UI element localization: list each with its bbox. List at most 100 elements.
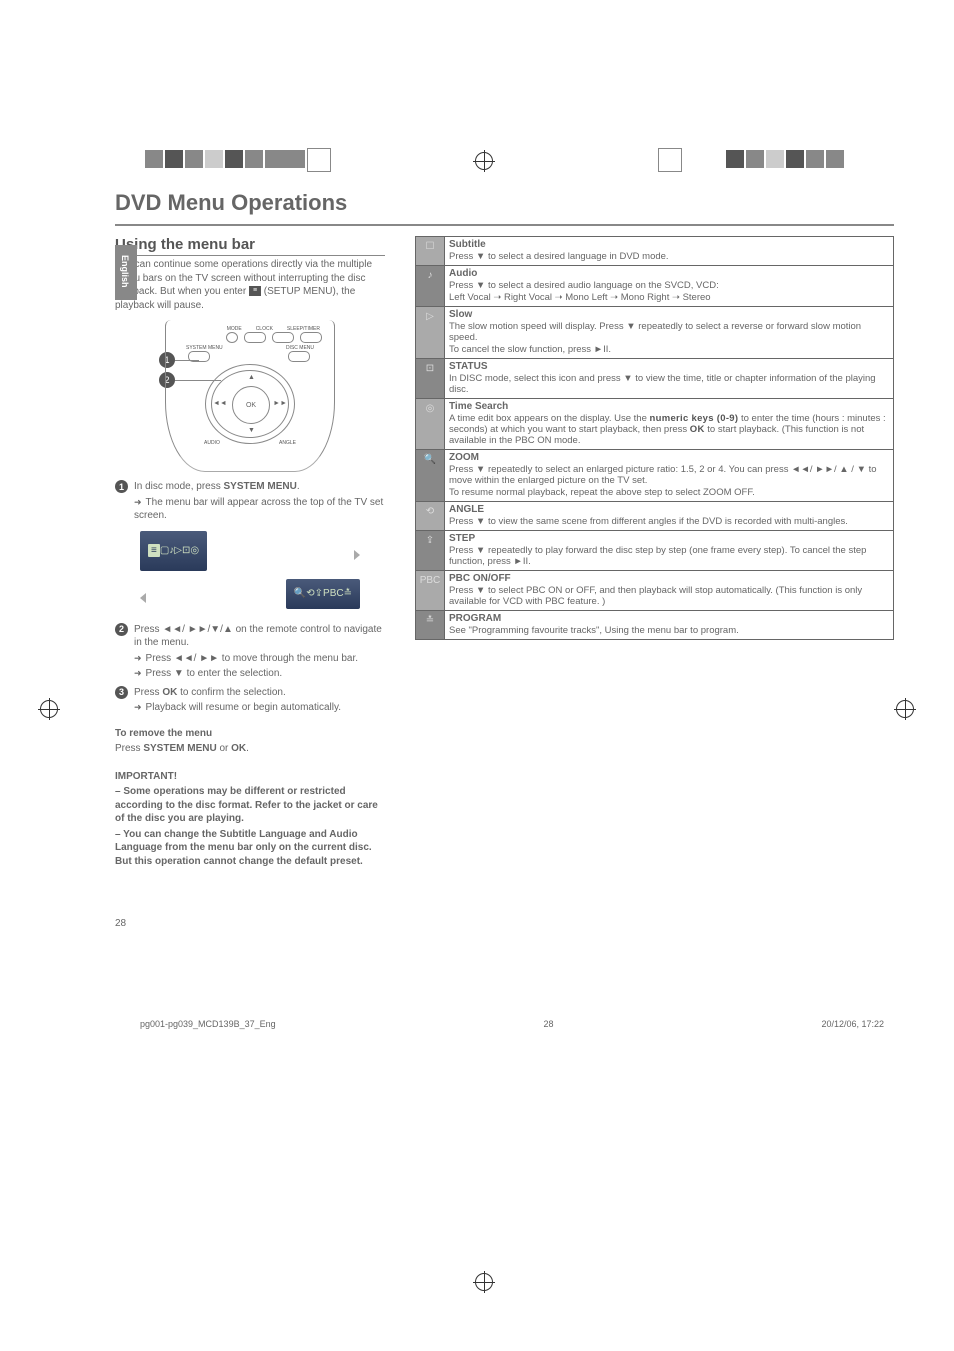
feature-body: SubtitlePress ▼ to select a desired lang… bbox=[445, 237, 894, 266]
dpad: OK ▲ ▼ ◄◄ ►► bbox=[205, 364, 295, 444]
ok-button: OK bbox=[232, 386, 270, 424]
remote-button bbox=[300, 332, 322, 343]
step-result: Press ◄◄/ ►► to move through the menu ba… bbox=[134, 652, 385, 666]
menubar-icon: ≡ bbox=[148, 544, 160, 557]
step-2: 2 Press ◄◄/ ►►/▼/▲ on the remote control… bbox=[115, 623, 385, 683]
feature-title: STATUS bbox=[449, 361, 889, 372]
feature-line: Left Vocal ➝ Right Vocal ➝ Mono Left ➝ M… bbox=[449, 292, 889, 303]
feature-icon: ⊡ bbox=[416, 359, 445, 399]
language-tab-label: English bbox=[120, 255, 130, 277]
remove-heading: To remove the menu bbox=[115, 727, 385, 741]
step-result: The menu bar will appear across the top … bbox=[134, 496, 385, 523]
remote-button bbox=[272, 332, 294, 343]
intro-paragraph: You can continue some operations directl… bbox=[115, 258, 385, 312]
feature-body: PBC ON/OFFPress ▼ to select PBC ON or OF… bbox=[445, 571, 894, 611]
feature-line: A time edit box appears on the display. … bbox=[449, 413, 889, 446]
feature-title: Subtitle bbox=[449, 239, 889, 250]
menubar-icon: ▢ bbox=[160, 545, 169, 556]
menubar-top: ≡ ▢ ♪ ▷ ⊡ ◎ bbox=[140, 531, 207, 571]
remote-button bbox=[244, 332, 266, 343]
feature-line: Press ▼ repeatedly to play forward the d… bbox=[449, 545, 889, 567]
menubar-icon: ⟲ bbox=[306, 588, 314, 599]
feature-body: PROGRAMSee "Programming favourite tracks… bbox=[445, 611, 894, 640]
feature-icon: ⇪ bbox=[416, 531, 445, 571]
important-note: – You can change the Subtitle Language a… bbox=[115, 828, 385, 869]
step-result: Press ▼ to enter the selection. bbox=[134, 667, 385, 681]
step-number: 2 bbox=[115, 623, 128, 636]
table-row: ▷SlowThe slow motion speed will display.… bbox=[416, 307, 894, 359]
footer-date: 20/12/06, 17:22 bbox=[821, 1019, 884, 1029]
feature-title: ANGLE bbox=[449, 504, 889, 515]
remote-outline: MODE CLOCK SLEEP/TIMER SYSTEM MENU DISC … bbox=[165, 320, 335, 472]
feature-body: ANGLEPress ▼ to view the same scene from… bbox=[445, 502, 894, 531]
right-arrow-icon: ►► bbox=[273, 400, 287, 407]
up-arrow-icon: ▲ bbox=[248, 374, 255, 381]
down-arrow-icon: ▼ bbox=[248, 427, 255, 434]
menubar-figure: ≡ ▢ ♪ ▷ ⊡ ◎ 🔍 ⟲ bbox=[140, 531, 360, 617]
steps-list: 1 In disc mode, press SYSTEM MENU. The m… bbox=[115, 480, 385, 717]
step-number: 3 bbox=[115, 686, 128, 699]
important-heading: IMPORTANT! bbox=[115, 770, 385, 784]
feature-icon: 🔍 bbox=[416, 450, 445, 502]
important-note: – Some operations may be different or re… bbox=[115, 785, 385, 826]
step-number: 1 bbox=[115, 480, 128, 493]
menubar-bottom: 🔍 ⟲ ⇪ PBC ≛ bbox=[286, 579, 360, 609]
feature-body: Time SearchA time edit box appears on th… bbox=[445, 399, 894, 450]
footer: pg001-pg039_MCD139B_37_Eng 28 20/12/06, … bbox=[0, 989, 954, 1049]
right-column: ☐SubtitlePress ▼ to select a desired lan… bbox=[415, 236, 894, 929]
remote-figure: 1 2 MODE CLOCK SLEEP/TIMER bbox=[165, 320, 335, 470]
feature-body: ZOOMPress ▼ repeatedly to select an enla… bbox=[445, 450, 894, 502]
page-number: 28 bbox=[115, 918, 385, 929]
table-row: 🔍ZOOMPress ▼ repeatedly to select an enl… bbox=[416, 450, 894, 502]
step-1: 1 In disc mode, press SYSTEM MENU. The m… bbox=[115, 480, 385, 525]
disc-menu-button bbox=[288, 351, 310, 362]
feature-body: AudioPress ▼ to select a desired audio l… bbox=[445, 266, 894, 307]
feature-line: Press ▼ to select PBC ON or OFF, and the… bbox=[449, 585, 889, 607]
feature-title: ZOOM bbox=[449, 452, 889, 463]
feature-title: Time Search bbox=[449, 401, 889, 412]
registration-mark bbox=[475, 1273, 493, 1291]
system-menu-button bbox=[188, 351, 210, 362]
language-tab: English bbox=[115, 245, 137, 300]
feature-icon: ⟲ bbox=[416, 502, 445, 531]
menubar-icon: ▷ bbox=[174, 545, 182, 556]
menubar-icon: PBC bbox=[323, 588, 344, 599]
feature-title: STEP bbox=[449, 533, 889, 544]
menubar-icon: ⊡ bbox=[182, 545, 190, 556]
table-row: ⟲ANGLEPress ▼ to view the same scene fro… bbox=[416, 502, 894, 531]
table-row: PBCPBC ON/OFFPress ▼ to select PBC ON or… bbox=[416, 571, 894, 611]
left-arrow-icon: ◄◄ bbox=[213, 400, 227, 407]
feature-line: Press ▼ to select a desired audio langua… bbox=[449, 280, 889, 291]
feature-icon: PBC bbox=[416, 571, 445, 611]
step-result: Playback will resume or begin automatica… bbox=[134, 701, 385, 715]
feature-line: To resume normal playback, repeat the ab… bbox=[449, 487, 889, 498]
feature-table: ☐SubtitlePress ▼ to select a desired lan… bbox=[415, 236, 894, 640]
table-row: ☐SubtitlePress ▼ to select a desired lan… bbox=[416, 237, 894, 266]
remote-led bbox=[226, 332, 238, 343]
feature-title: Slow bbox=[449, 309, 889, 320]
feature-line: Press ▼ to view the same scene from diff… bbox=[449, 516, 889, 527]
left-column: Using the menu bar You can continue some… bbox=[115, 236, 385, 929]
table-row: ♪AudioPress ▼ to select a desired audio … bbox=[416, 266, 894, 307]
feature-body: SlowThe slow motion speed will display. … bbox=[445, 307, 894, 359]
table-row: ⇪STEPPress ▼ repeatedly to play forward … bbox=[416, 531, 894, 571]
feature-line: See "Programming favourite tracks", Usin… bbox=[449, 625, 889, 636]
menubar-icon: 🔍 bbox=[294, 588, 306, 599]
feature-body: STATUSIn DISC mode, select this icon and… bbox=[445, 359, 894, 399]
feature-line: In DISC mode, select this icon and press… bbox=[449, 373, 889, 395]
menubar-icon: ◎ bbox=[190, 545, 199, 556]
menubar-icon: ≛ bbox=[344, 588, 352, 599]
feature-icon: ▷ bbox=[416, 307, 445, 359]
title-divider bbox=[115, 224, 894, 226]
scroll-left-icon bbox=[140, 593, 146, 603]
footer-file: pg001-pg039_MCD139B_37_Eng bbox=[140, 1019, 276, 1029]
step-3: 3 Press OK to confirm the selection. Pla… bbox=[115, 686, 385, 717]
menubar-icon: ⇪ bbox=[315, 588, 323, 599]
feature-title: PBC ON/OFF bbox=[449, 573, 889, 584]
section-heading: Using the menu bar bbox=[115, 236, 385, 256]
feature-line: Press ▼ repeatedly to select an enlarged… bbox=[449, 464, 889, 486]
feature-body: STEPPress ▼ repeatedly to play forward t… bbox=[445, 531, 894, 571]
scroll-right-icon bbox=[354, 550, 360, 560]
footer-page: 28 bbox=[544, 1019, 554, 1029]
feature-line: To cancel the slow function, press ►II. bbox=[449, 344, 889, 355]
